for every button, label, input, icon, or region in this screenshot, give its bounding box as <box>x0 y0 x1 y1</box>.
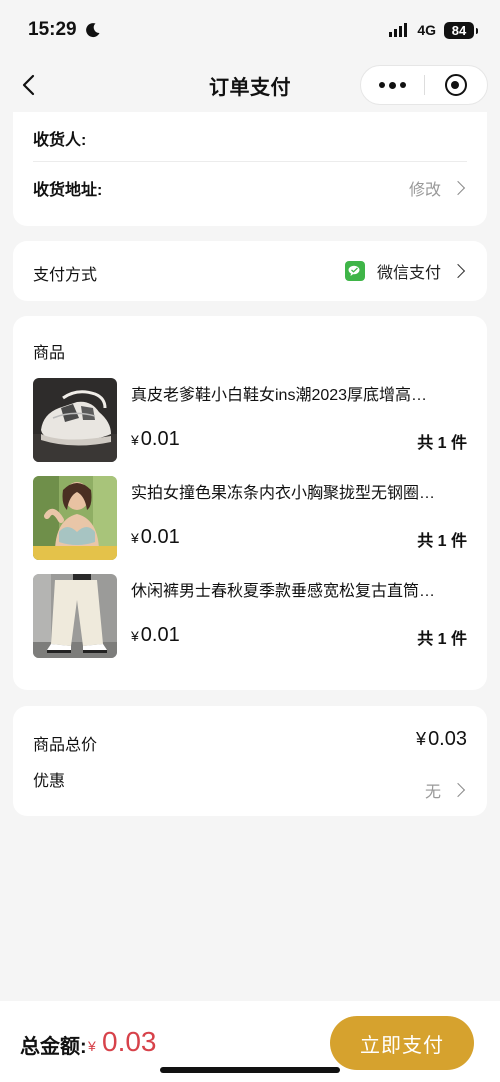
modify-label: 修改 <box>408 182 441 199</box>
chevron-right-icon <box>450 782 466 798</box>
payment-method-card[interactable]: 支付方式 微信支付 <box>13 241 487 301</box>
status-bar: 15:29 4G 84 <box>0 0 500 60</box>
page-title: 订单支付 <box>209 76 291 99</box>
more-button[interactable] <box>361 66 424 104</box>
product-price: ¥0.01 <box>131 624 180 646</box>
battery-icon: 84 <box>444 21 478 39</box>
status-left: 15:29 <box>28 19 101 41</box>
status-time: 15:29 <box>28 19 77 40</box>
goods-item[interactable]: 实拍女撞色果冻条内衣小胸聚拢型无钢圈… ¥0.01 共 1 件 <box>33 476 467 562</box>
divider <box>33 161 467 162</box>
chevron-right-icon <box>450 263 466 279</box>
network-label: 4G <box>417 22 436 38</box>
goods-total-value: ¥0.03 <box>416 728 467 750</box>
more-icon <box>378 81 406 89</box>
wechat-pay-icon <box>344 261 365 281</box>
order-total-label: 总金额: <box>20 1036 87 1058</box>
payment-method-selector[interactable]: 微信支付 <box>344 259 467 283</box>
payment-method-label: 支付方式 <box>33 267 98 284</box>
discount-selector[interactable]: 无 <box>425 778 467 802</box>
order-total-amount: 0.03 <box>102 1026 157 1057</box>
product-quantity: 共 1 件 <box>417 435 467 452</box>
signal-icon <box>389 23 408 37</box>
product-quantity: 共 1 件 <box>417 533 467 550</box>
product-price: ¥0.01 <box>131 526 180 548</box>
discount-label: 优惠 <box>33 773 66 790</box>
order-total-currency: ¥ <box>88 1038 96 1054</box>
product-quantity: 共 1 件 <box>417 631 467 648</box>
status-right: 4G 84 <box>389 21 478 39</box>
address-label: 收货地址: <box>33 182 103 199</box>
price-summary-card: 商品总价 ¥0.03 优惠 无 <box>13 706 487 816</box>
product-price: ¥0.01 <box>131 428 180 450</box>
goods-section-title: 商品 <box>33 345 66 362</box>
back-button[interactable] <box>18 73 42 97</box>
goods-total-label: 商品总价 <box>33 737 98 754</box>
home-indicator <box>160 1067 340 1073</box>
product-thumbnail-bra <box>33 476 117 560</box>
navigation-bar: 订单支付 <box>0 60 500 110</box>
pay-now-button[interactable]: 立即支付 <box>330 1016 474 1070</box>
product-thumbnail-sneakers <box>33 378 117 462</box>
chevron-right-icon <box>450 180 466 196</box>
mini-program-capsule <box>360 65 488 105</box>
product-name: 真皮老爹鞋小白鞋女ins潮2023厚底增高… <box>131 387 428 404</box>
address-card: 收货人: 收货地址: 修改 <box>13 112 487 226</box>
moon-icon <box>85 23 100 38</box>
product-thumbnail-pants <box>33 574 117 658</box>
close-mini-program-button[interactable] <box>425 66 488 104</box>
modify-address-link[interactable]: 修改 <box>409 176 467 200</box>
product-name: 实拍女撞色果冻条内衣小胸聚拢型无钢圈… <box>131 485 436 502</box>
product-name: 休闲裤男士春秋夏季款垂感宽松复古直筒… <box>131 583 436 600</box>
receiver-row: 收货人: <box>33 126 467 150</box>
discount-value: 无 <box>424 784 441 801</box>
bottom-pay-bar: 总金额: ¥ 0.03 立即支付 <box>0 1001 500 1082</box>
goods-item[interactable]: 真皮老爹鞋小白鞋女ins潮2023厚底增高… ¥0.01 共 1 件 <box>33 378 467 464</box>
target-icon <box>444 74 467 96</box>
goods-card: 商品 真皮老爹鞋小白鞋女ins潮2023厚底增高… ¥0.01 共 1 件 实拍… <box>13 316 487 690</box>
address-row[interactable]: 收货地址: 修改 <box>33 176 467 200</box>
receiver-label: 收货人: <box>33 132 87 149</box>
chevron-left-icon <box>22 74 35 96</box>
goods-item[interactable]: 休闲裤男士春秋夏季款垂感宽松复古直筒… ¥0.01 共 1 件 <box>33 574 467 660</box>
payment-method-value: 微信支付 <box>376 265 441 282</box>
